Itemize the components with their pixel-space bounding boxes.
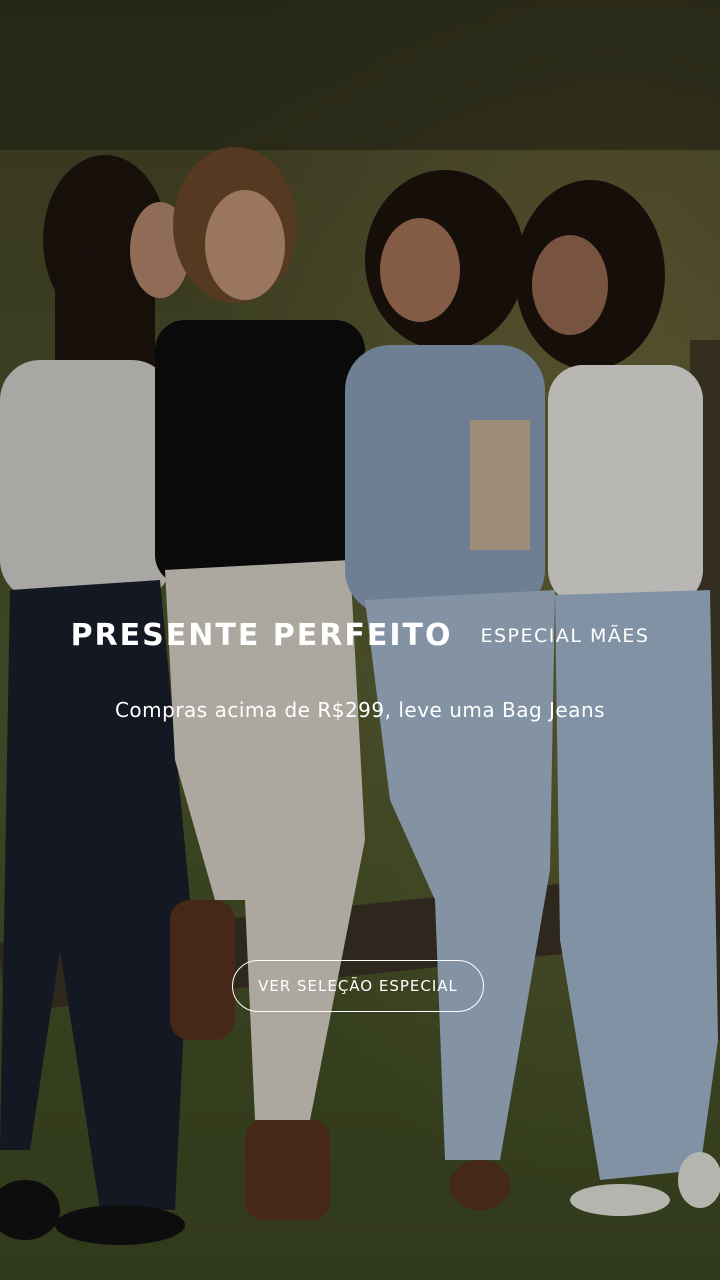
banner-tag: ESPECIAL MÃES <box>480 624 650 647</box>
banner-subtitle: Compras acima de R$299, leve uma Bag Jea… <box>114 698 606 722</box>
view-selection-button[interactable]: VER SELEÇÃO ESPECIAL <box>232 960 484 1012</box>
headline: PRESENTE PERFEITO ESPECIAL MÃES <box>0 618 720 653</box>
banner-title: PRESENTE PERFEITO <box>70 618 453 653</box>
hero-banner[interactable]: PRESENTE PERFEITO ESPECIAL MÃES Compras a… <box>0 0 720 1280</box>
